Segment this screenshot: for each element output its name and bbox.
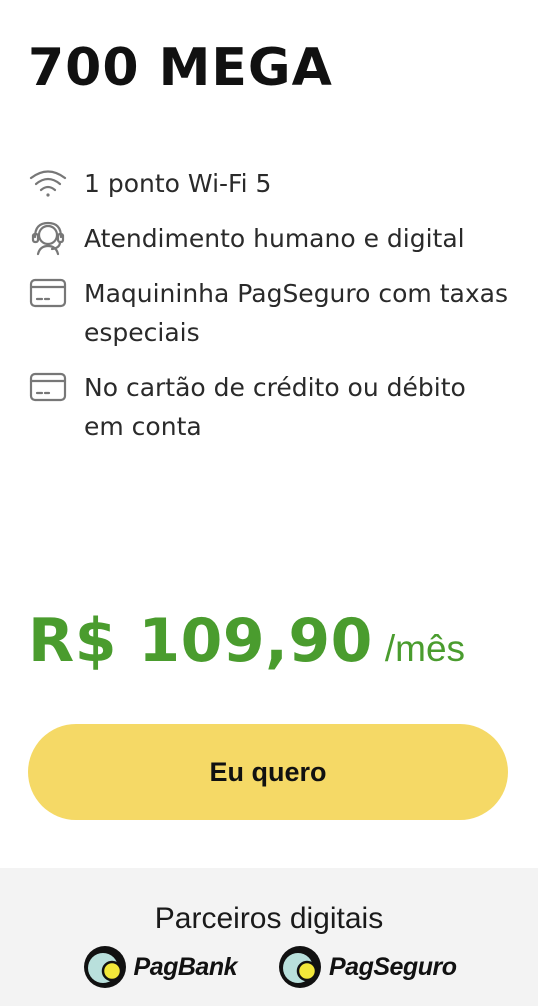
price-period: /mês — [384, 628, 466, 669]
feature-text: Maquininha PagSeguro com taxas especiais — [84, 279, 508, 347]
plan-card: 700 MEGA 1 ponto Wi-Fi 5 Atendimento hum… — [0, 0, 538, 868]
feature-item-support: Atendimento humano e digital — [28, 219, 508, 258]
pagseguro-logo-icon — [277, 944, 323, 990]
feature-list: 1 ponto Wi-Fi 5 Atendimento humano e dig… — [28, 164, 508, 462]
eu-quero-button[interactable]: Eu quero — [28, 724, 508, 820]
feature-item-terminal: Maquininha PagSeguro com taxas especiais — [28, 274, 508, 352]
plan-title: 700 MEGA — [28, 38, 333, 98]
partners-title: Parceiros digitais — [154, 902, 384, 935]
credit-card-icon — [28, 368, 68, 406]
wifi-icon — [28, 164, 68, 202]
feature-text: Atendimento humano e digital — [84, 224, 465, 253]
price-row: R$ 109,90 /mês — [28, 606, 465, 676]
partner-name: PagSeguro — [329, 952, 457, 981]
feature-item-wifi: 1 ponto Wi-Fi 5 — [28, 164, 508, 203]
feature-text: 1 ponto Wi-Fi 5 — [84, 169, 272, 198]
partner-logos: PagBank PagSeguro — [0, 944, 538, 990]
feature-text: No cartão de crédito ou débito em conta — [84, 373, 466, 441]
headset-icon — [28, 219, 68, 257]
partner-logo-pagseguro[interactable]: PagSeguro — [277, 944, 457, 990]
feature-item-payment: No cartão de crédito ou débito em conta — [28, 368, 508, 446]
partner-logo-pagbank[interactable]: PagBank — [82, 944, 238, 990]
price-value: R$ 109,90 — [28, 606, 373, 676]
card-terminal-icon — [28, 274, 68, 312]
partner-name: PagBank — [133, 952, 238, 981]
pagbank-logo-icon — [82, 944, 128, 990]
